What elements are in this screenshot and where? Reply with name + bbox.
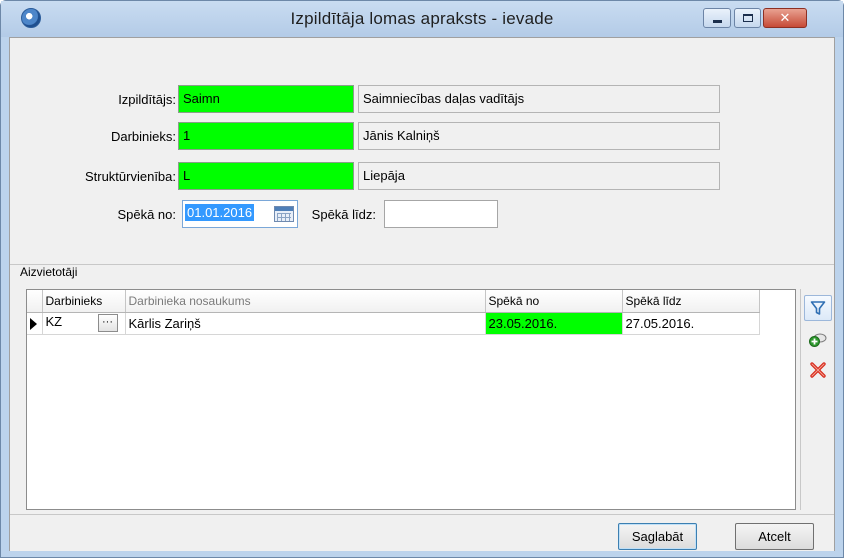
maximize-button[interactable] <box>734 8 761 28</box>
cell-valid-from[interactable]: 23.05.2016. <box>485 312 623 335</box>
column-header-valid-to[interactable]: Spēkā līdz <box>622 290 760 313</box>
column-header-employee[interactable]: Darbinieks <box>42 290 126 313</box>
close-button[interactable]: ✕ <box>763 8 807 28</box>
maximize-icon <box>743 14 753 22</box>
executor-code-input[interactable]: Saimn <box>178 85 354 113</box>
cancel-button[interactable]: Atcelt <box>735 523 814 550</box>
dialog-body: Izpildītājs: Saimn Saimniecības daļas va… <box>9 37 835 551</box>
cell-employee-name[interactable]: Kārlis Zariņš <box>125 312 486 335</box>
column-header-employee-name[interactable]: Darbinieka nosaukums <box>125 290 486 313</box>
valid-from-value: 01.01.2016 <box>185 204 255 221</box>
title-bar[interactable]: Izpildītāja lomas apraksts - ievade ✕ <box>1 1 843 37</box>
filter-button[interactable] <box>804 295 832 321</box>
row-indicator-icon <box>30 317 37 330</box>
cell-employee-code[interactable]: KZ ··· <box>42 312 126 335</box>
valid-from-input[interactable]: 01.01.2016 <box>182 200 298 228</box>
employee-name-field: Jānis Kalniņš <box>358 122 720 150</box>
substitutes-grid[interactable]: Darbinieks Darbinieka nosaukums Spēkā no… <box>26 289 796 510</box>
row-indicator <box>27 312 43 335</box>
table-header-row: Darbinieks Darbinieka nosaukums Spēkā no… <box>27 290 760 313</box>
table-row[interactable]: KZ ··· Kārlis Zariņš 23.05.2016. 27.05.20… <box>27 312 760 335</box>
filter-icon <box>810 301 826 315</box>
dialog-window: Izpildītāja lomas apraksts - ievade ✕ Iz… <box>0 0 844 558</box>
column-header-valid-from[interactable]: Spēkā no <box>485 290 623 313</box>
save-button[interactable]: Saglabāt <box>618 523 697 550</box>
unit-name-field: Liepāja <box>358 162 720 190</box>
substitutes-table: Darbinieks Darbinieka nosaukums Spēkā no… <box>27 290 760 335</box>
unit-label: Struktūrvienība: <box>84 169 176 184</box>
executor-name-field: Saimniecības daļas vadītājs <box>358 85 720 113</box>
delete-icon <box>810 362 826 378</box>
header-indicator <box>27 290 43 313</box>
grid-toolbar <box>800 289 832 510</box>
substitutes-group-title: Aizvietotāji <box>20 265 78 279</box>
delete-record-button[interactable] <box>804 357 832 383</box>
executor-label: Izpildītājs: <box>118 92 176 107</box>
calendar-icon[interactable] <box>274 206 294 222</box>
minimize-icon <box>713 20 722 23</box>
employee-label: Darbinieks: <box>110 129 176 144</box>
unit-code-input[interactable]: L <box>178 162 354 190</box>
employee-code-text: KZ <box>45 314 63 330</box>
add-record-icon <box>809 333 827 347</box>
close-icon: ✕ <box>779 10 791 25</box>
group-divider <box>10 264 834 265</box>
button-bar: Saglabāt Atcelt <box>10 514 834 551</box>
lookup-ellipsis-button[interactable]: ··· <box>97 314 118 332</box>
add-record-button[interactable] <box>804 327 832 353</box>
cell-valid-to[interactable]: 27.05.2016. <box>622 312 760 335</box>
valid-from-label: Spēkā no: <box>117 207 176 222</box>
valid-to-input[interactable] <box>384 200 498 228</box>
minimize-button[interactable] <box>703 8 731 28</box>
valid-to-label: Spēkā līdz: <box>311 207 376 222</box>
employee-code-input[interactable]: 1 <box>178 122 354 150</box>
